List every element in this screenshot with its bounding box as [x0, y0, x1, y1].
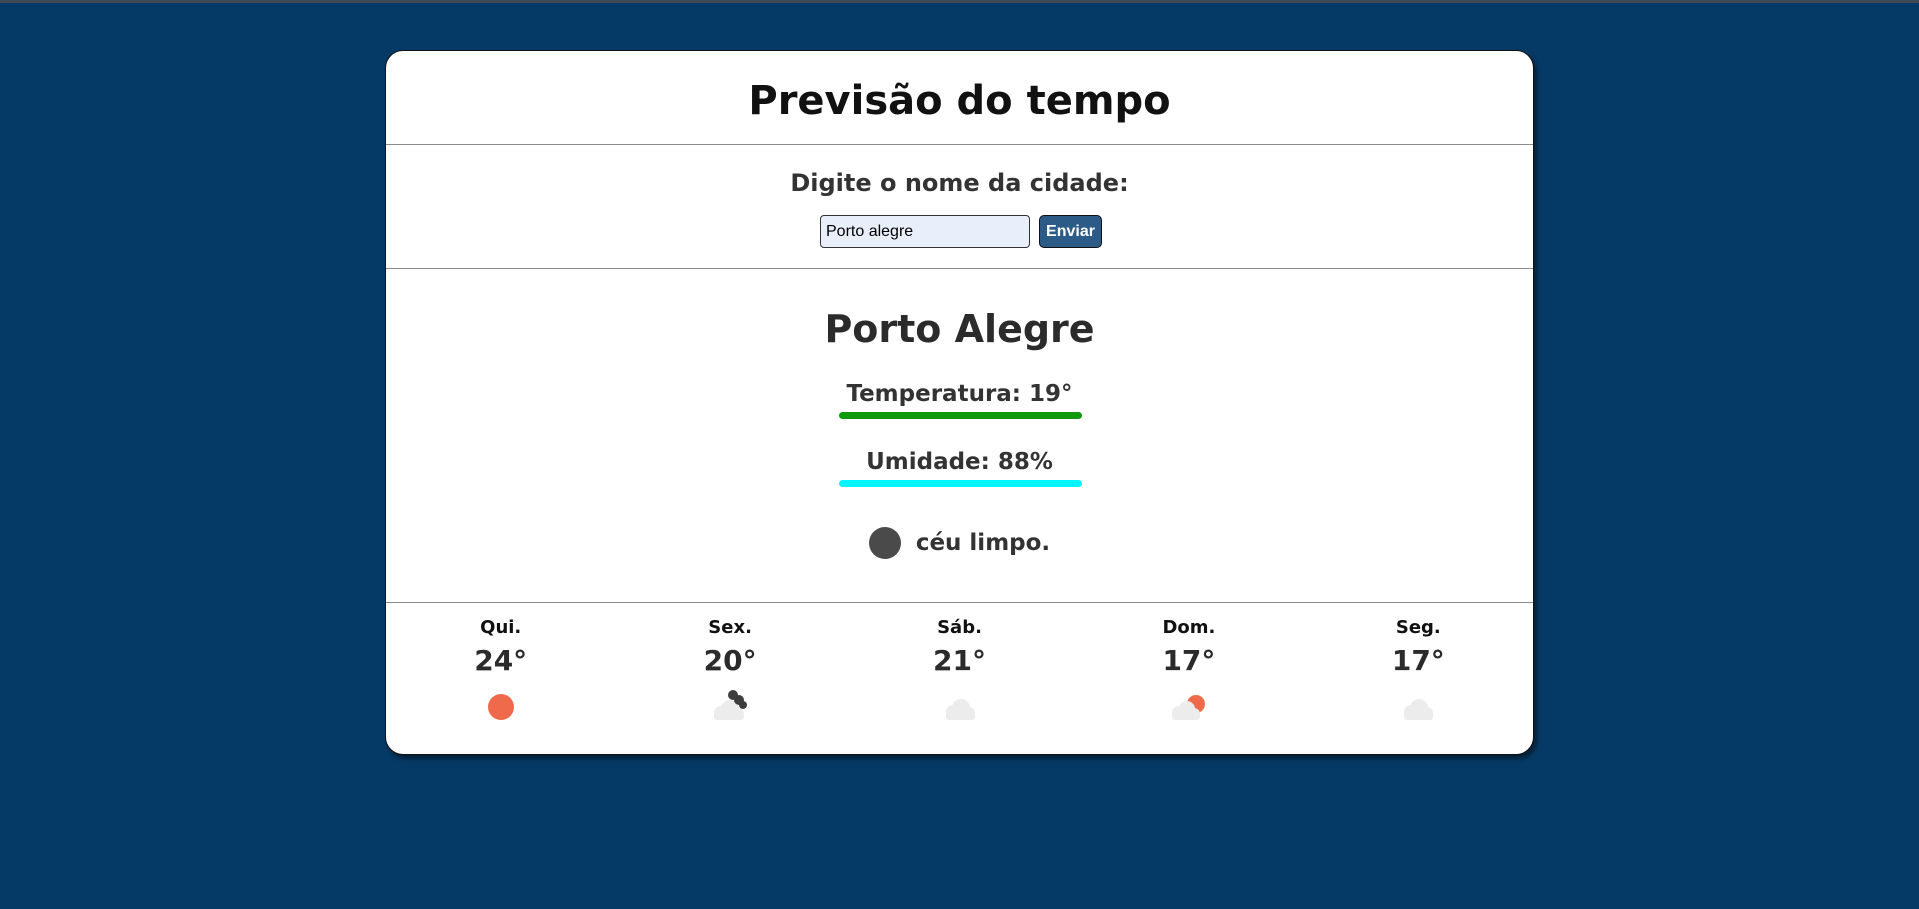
search-row: Enviar	[386, 215, 1533, 248]
city-input[interactable]	[820, 215, 1030, 248]
header: Previsão do tempo	[386, 51, 1533, 145]
forecast-day: Qui. 24°	[386, 603, 615, 753]
forecast-temp: 17°	[1162, 644, 1216, 677]
cloud-icon	[1404, 699, 1434, 720]
page-title: Previsão do tempo	[748, 77, 1171, 124]
forecast-row: Qui. 24° Sex. 20° Sáb. 21° Dom. 17° Seg.…	[386, 603, 1533, 753]
moon-icon	[868, 527, 901, 559]
forecast-day: Sáb. 21°	[845, 603, 1074, 753]
submit-button[interactable]: Enviar	[1039, 215, 1102, 248]
city-name: Porto Alegre	[824, 307, 1095, 351]
temperature-text: Temperatura: 19°	[846, 381, 1073, 407]
forecast-temp: 21°	[933, 644, 986, 677]
forecast-temp: 17°	[1391, 644, 1445, 677]
weather-card: Previsão do tempo Digite o nome da cidad…	[385, 50, 1534, 755]
forecast-day-name: Qui.	[480, 617, 522, 638]
forecast-day: Seg. 17°	[1304, 603, 1533, 753]
cloud-icon	[945, 699, 975, 720]
sun-icon	[487, 694, 514, 720]
current-weather: Porto Alegre Temperatura: 19° Umidade: 8…	[386, 269, 1533, 603]
forecast-temp: 24°	[474, 644, 528, 677]
forecast-day: Dom. 17°	[1074, 603, 1303, 753]
forecast-day-name: Sáb.	[937, 617, 982, 638]
humidity-text: Umidade: 88%	[866, 449, 1053, 475]
forecast-day-name: Seg.	[1395, 617, 1441, 638]
forecast-day: Sex. 20°	[615, 603, 844, 753]
humidity-bar	[839, 480, 1082, 487]
forecast-day-name: Dom.	[1162, 617, 1216, 638]
search-section: Digite o nome da cidade: Enviar	[386, 145, 1533, 269]
description-text: céu limpo.	[915, 530, 1051, 556]
forecast-day-name: Sex.	[708, 617, 752, 638]
weather-description: céu limpo.	[386, 527, 1533, 559]
cloud-moon-icon	[714, 690, 748, 720]
temperature-bar	[839, 412, 1082, 419]
forecast-temp: 20°	[703, 644, 757, 677]
cloud-sun-icon	[1171, 695, 1205, 720]
city-input-label: Digite o nome da cidade:	[790, 169, 1129, 197]
browser-top-border	[0, 0, 1919, 3]
